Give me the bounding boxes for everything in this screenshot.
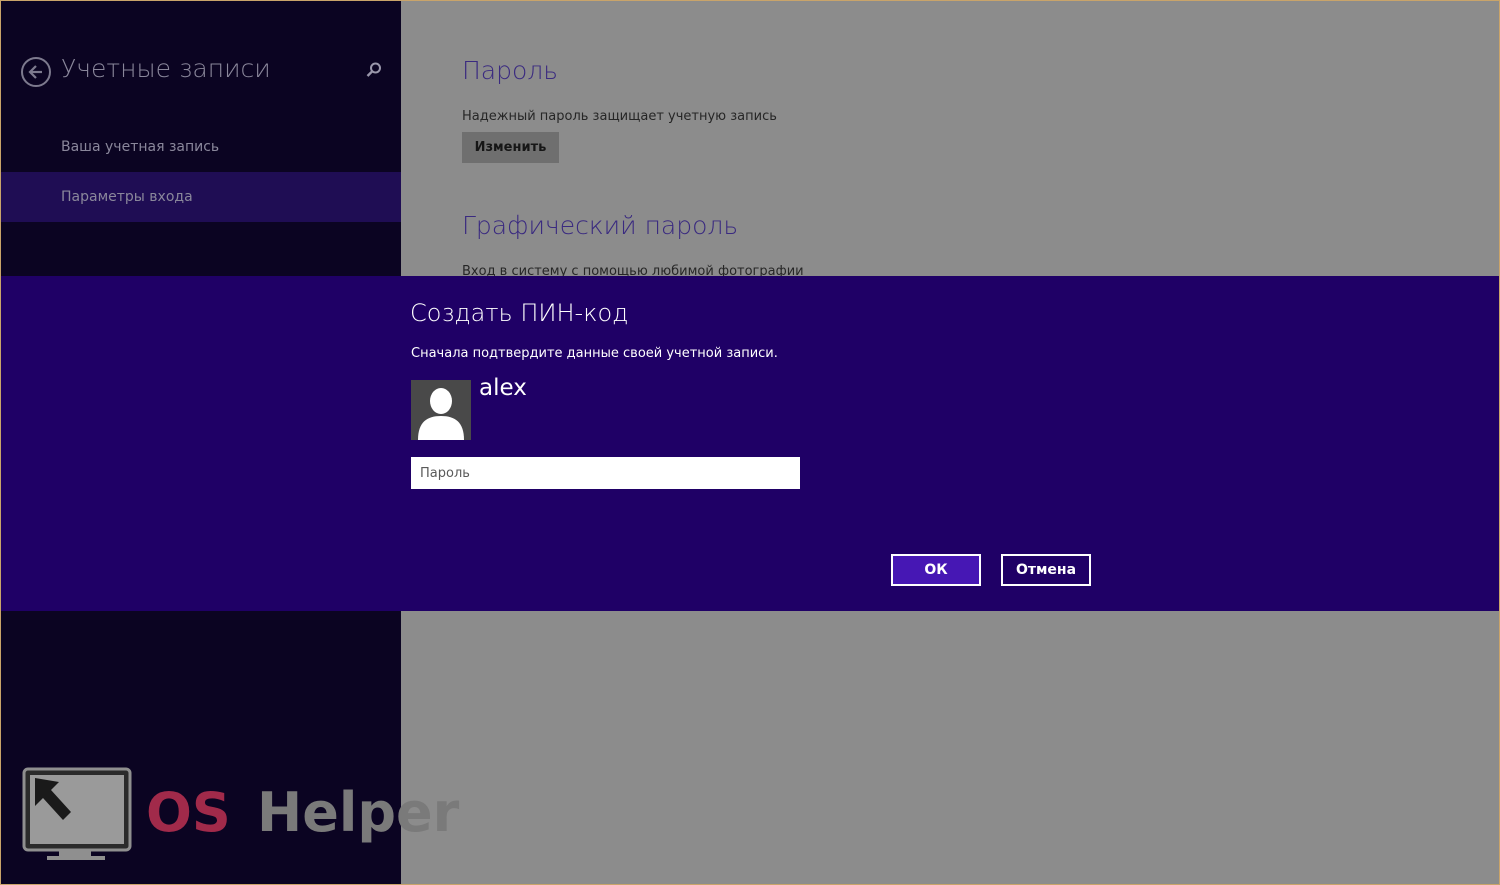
- watermark-os: OS: [146, 781, 231, 844]
- dialog-title: Создать ПИН-код: [410, 299, 629, 327]
- search-icon[interactable]: [365, 61, 383, 79]
- avatar: [411, 380, 471, 440]
- password-field[interactable]: [411, 457, 800, 489]
- back-arrow-icon: [28, 65, 42, 79]
- sidebar-item-label: Параметры входа: [61, 189, 193, 205]
- sidebar-header: Учетные записи: [21, 54, 391, 91]
- sidebar-item-sign-in-options[interactable]: Параметры входа: [1, 172, 401, 222]
- password-section-title: Пароль: [462, 56, 558, 85]
- create-pin-dialog: Создать ПИН-код Сначала подтвердите данн…: [1, 276, 1499, 611]
- password-section-description: Надежный пароль защищает учетную запись: [462, 109, 777, 124]
- cancel-button[interactable]: Отмена: [1001, 554, 1091, 586]
- window: Учетные записи Ваша учетная запись Парам…: [0, 0, 1500, 885]
- sidebar-item-your-account[interactable]: Ваша учетная запись: [1, 122, 401, 172]
- sidebar-item-label: Ваша учетная запись: [61, 139, 220, 155]
- ok-button[interactable]: ОК: [891, 554, 981, 586]
- user-silhouette-icon: [418, 388, 464, 440]
- back-button[interactable]: [21, 57, 51, 87]
- sidebar-title: Учетные записи: [61, 54, 271, 83]
- username: alex: [479, 375, 527, 401]
- picture-password-section-title: Графический пароль: [462, 211, 739, 240]
- change-password-button[interactable]: Изменить: [462, 132, 559, 163]
- dialog-subtitle: Сначала подтвердите данные своей учетной…: [411, 346, 778, 361]
